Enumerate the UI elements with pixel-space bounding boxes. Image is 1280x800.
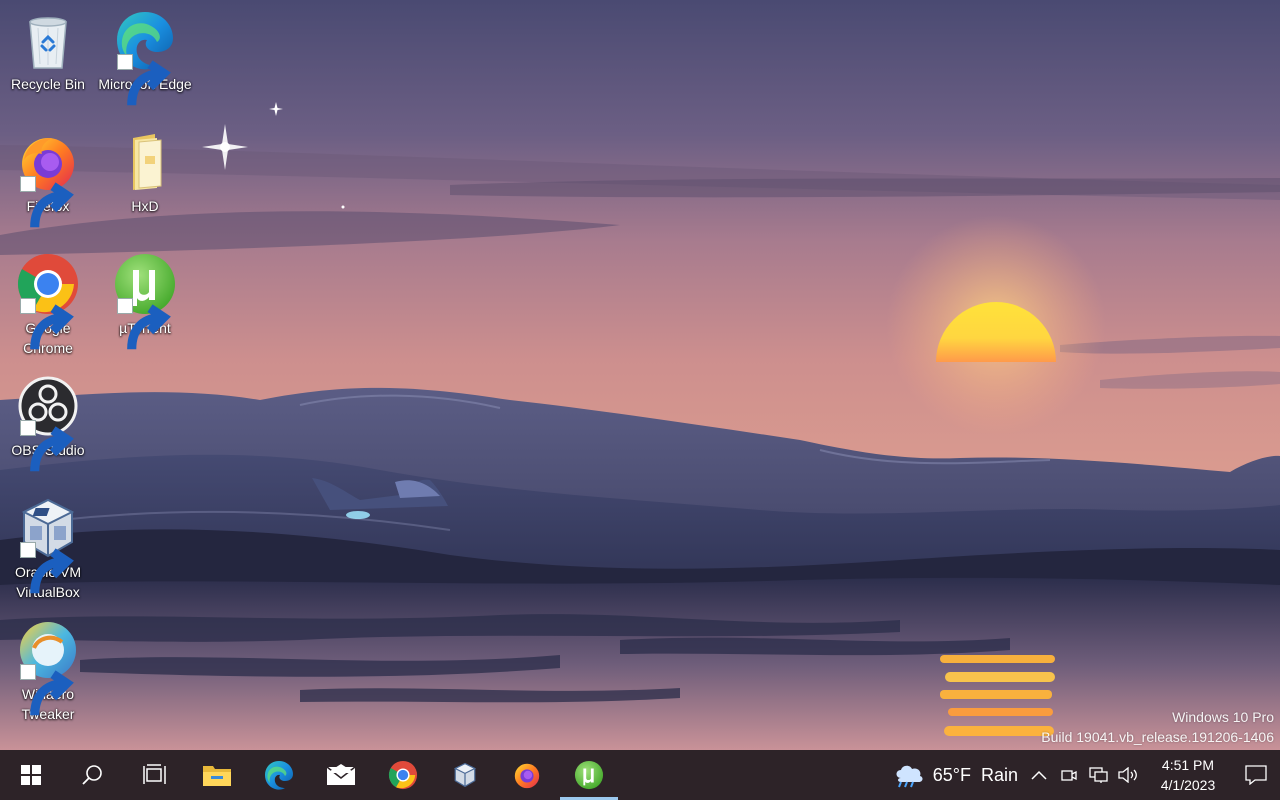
chrome-icon bbox=[16, 252, 80, 350]
shortcut-arrow-icon bbox=[20, 298, 74, 350]
taskbar-mail[interactable] bbox=[310, 750, 372, 800]
recycle-bin-icon bbox=[16, 8, 80, 72]
search-button[interactable] bbox=[62, 750, 124, 800]
watermark-edition: Windows 10 Pro bbox=[1172, 709, 1274, 725]
meet-now-button[interactable] bbox=[1054, 750, 1084, 800]
chrome-icon bbox=[388, 760, 418, 790]
desktop-icon-winaero-tweaker[interactable]: Winaero Tweaker bbox=[0, 614, 96, 724]
shortcut-arrow-icon bbox=[117, 54, 171, 106]
network-button[interactable] bbox=[1084, 750, 1114, 800]
task-view-icon bbox=[143, 764, 166, 784]
shortcut-arrow-icon bbox=[20, 664, 74, 716]
desktop-icon-firefox[interactable]: Firefox bbox=[0, 126, 96, 236]
weather-widget[interactable]: 65°F Rain bbox=[887, 750, 1024, 800]
taskbar-clock[interactable]: 4:51 PM 4/1/2023 bbox=[1144, 750, 1232, 800]
desktop-icon-obs-studio[interactable]: OBS Studio bbox=[0, 370, 96, 480]
chevron-up-icon bbox=[1031, 770, 1047, 780]
clock-time: 4:51 PM bbox=[1161, 757, 1215, 773]
watermark-build: Build 19041.vb_release.191206-1406 bbox=[1041, 729, 1274, 745]
desktop-icon-hxd[interactable]: HxD bbox=[97, 126, 193, 236]
taskbar-file-explorer[interactable] bbox=[186, 750, 248, 800]
desktop-icon-google-chrome[interactable]: Google Chrome bbox=[0, 248, 96, 358]
system-tray: 65°F Rain 4:51 PM 4/1/2023 bbox=[887, 750, 1280, 800]
obs-icon bbox=[16, 374, 80, 472]
folder-icon bbox=[113, 130, 177, 194]
desktop-icon-utorrent[interactable]: µTorrent bbox=[97, 248, 193, 358]
shortcut-arrow-icon bbox=[20, 420, 74, 472]
network-icon bbox=[1089, 767, 1108, 783]
taskbar-virtualbox[interactable] bbox=[434, 750, 496, 800]
meet-now-icon bbox=[1061, 770, 1077, 781]
search-icon bbox=[82, 765, 102, 785]
desktop-icon-label: HxD bbox=[131, 198, 159, 214]
desktop-icon-microsoft-edge[interactable]: Microsoft Edge bbox=[97, 4, 193, 114]
edge-icon bbox=[265, 761, 293, 790]
desktop-icon-label: Recycle Bin bbox=[11, 76, 85, 92]
taskbar-edge[interactable] bbox=[248, 750, 310, 800]
windows-activation-watermark: Windows 10 Pro Build 19041.vb_release.19… bbox=[1041, 707, 1274, 747]
clock-date: 4/1/2023 bbox=[1160, 777, 1216, 793]
desktop-icon-oracle-vm-virtualbox[interactable]: Oracle VM VirtualBox bbox=[0, 492, 96, 602]
taskbar-firefox[interactable] bbox=[496, 750, 558, 800]
weather-temperature: 65°F bbox=[932, 764, 971, 785]
desktop-icon-recycle-bin[interactable]: Recycle Bin bbox=[0, 4, 96, 114]
task-view-button[interactable] bbox=[124, 750, 186, 800]
action-center-icon bbox=[1245, 765, 1267, 785]
firefox-icon bbox=[514, 763, 540, 789]
start-button[interactable] bbox=[0, 750, 62, 800]
shortcut-arrow-icon bbox=[20, 542, 74, 594]
taskbar: 65°F Rain 4:51 PM 4/1/2023 bbox=[0, 750, 1280, 800]
firefox-icon bbox=[16, 130, 80, 228]
volume-icon bbox=[1118, 767, 1137, 783]
edge-icon bbox=[113, 8, 177, 106]
utorrent-icon bbox=[113, 252, 177, 350]
taskbar-utorrent[interactable] bbox=[558, 750, 620, 800]
action-center-button[interactable] bbox=[1232, 750, 1280, 800]
winaero-icon bbox=[16, 618, 80, 716]
virtualbox-icon bbox=[453, 762, 477, 788]
mail-icon bbox=[326, 764, 356, 785]
shortcut-arrow-icon bbox=[117, 298, 171, 350]
volume-button[interactable] bbox=[1114, 750, 1144, 800]
folder-icon bbox=[203, 766, 231, 786]
rain-cloud-icon bbox=[896, 765, 923, 788]
shortcut-arrow-icon bbox=[20, 176, 74, 228]
taskbar-chrome[interactable] bbox=[372, 750, 434, 800]
windows-logo-icon bbox=[21, 765, 41, 785]
weather-condition: Rain bbox=[980, 764, 1018, 785]
virtualbox-icon bbox=[16, 496, 80, 594]
utorrent-icon bbox=[574, 760, 604, 790]
show-hidden-icons-button[interactable] bbox=[1024, 750, 1054, 800]
